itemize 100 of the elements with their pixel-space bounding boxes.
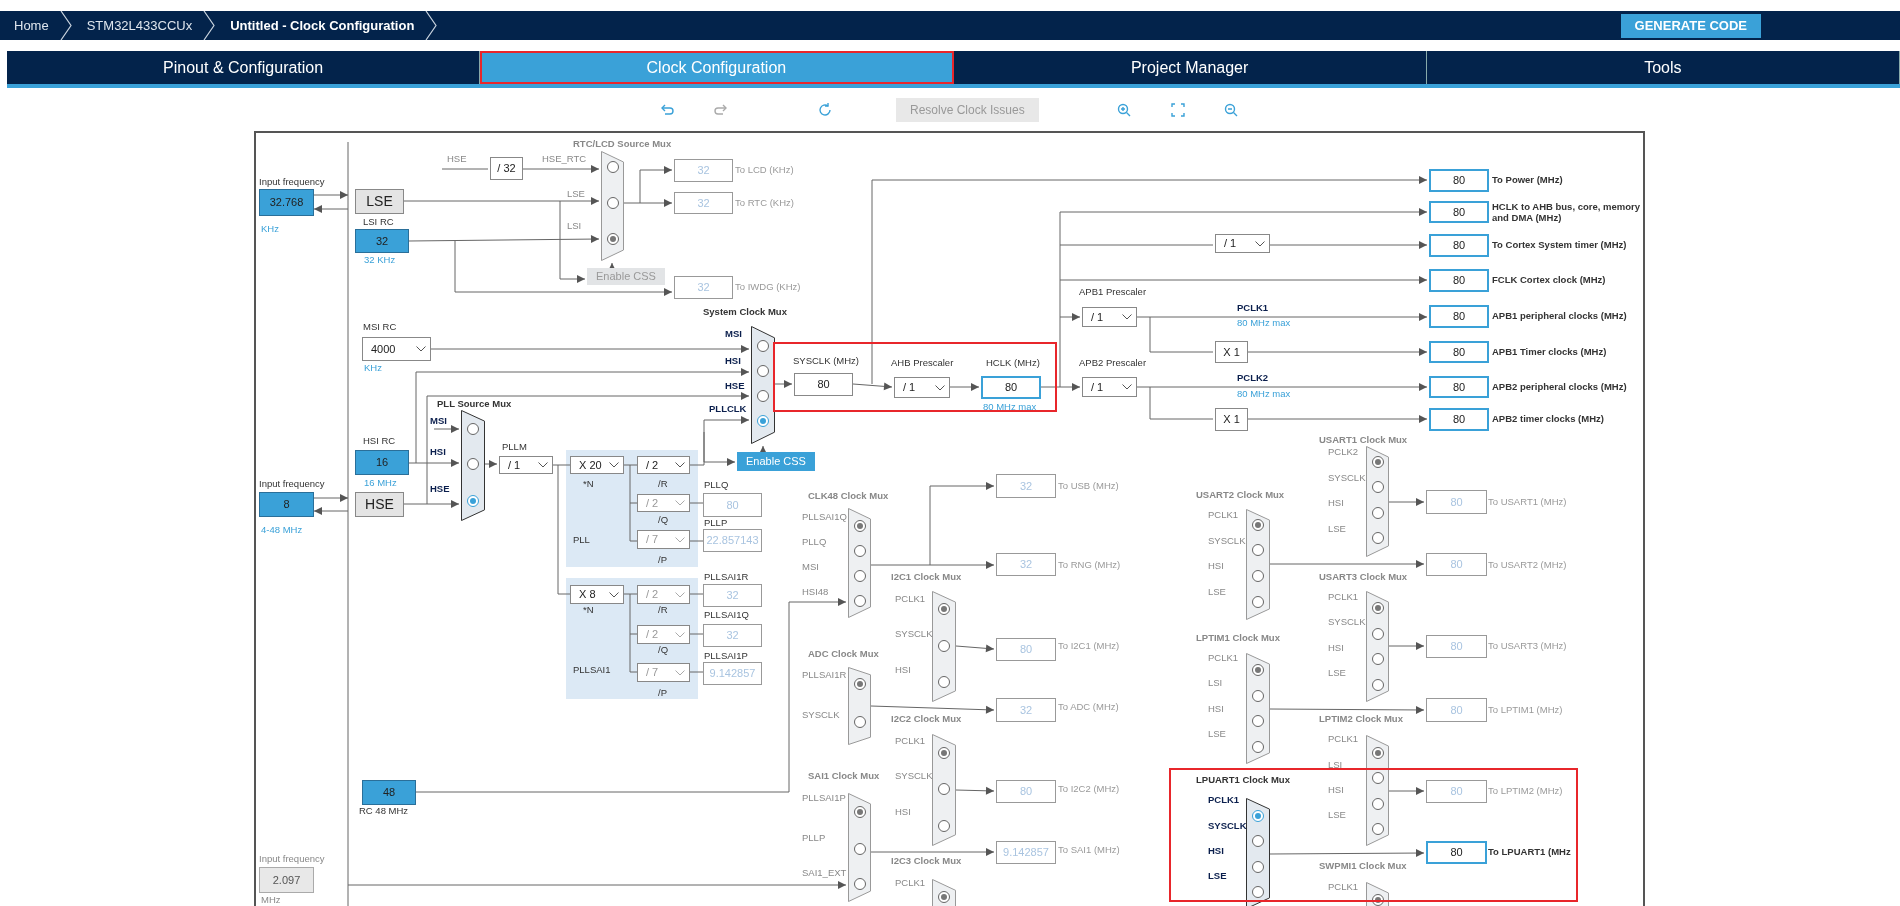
frequency-field[interactable]: 80 [1426,841,1487,864]
caret-icon [609,462,619,468]
value-display: 32 [996,698,1056,722]
signal-label: SYSCLK [1328,615,1366,629]
output-label: To LPTIM2 (MHz) [1488,784,1563,798]
frequency-field[interactable]: 80 [1429,169,1489,192]
zoom-out-icon[interactable] [1222,101,1239,118]
frequency-field[interactable]: 80 [1429,376,1489,398]
connector-arrow [639,166,673,174]
output-label: To LCD (KHz) [735,163,794,177]
connector-arrow [788,598,847,606]
connector-arrow [1059,313,1081,321]
frequency-field[interactable]: 80 [981,376,1041,399]
breadcrumb-link[interactable]: STM32L433CCUx [72,15,203,36]
frequency-field[interactable]: 32.768 [259,189,314,216]
caption-label: PLLSAI1R [704,570,749,584]
frequency-field[interactable]: 80 [1429,341,1489,363]
signal-label: PCLK1 [1208,651,1239,665]
caret-icon [1122,384,1132,390]
frequency-field[interactable]: 80 [1429,408,1489,431]
connector-arrow [484,460,498,468]
connector-arrow [623,199,673,207]
output-label: To USART2 (MHz) [1488,558,1567,572]
frequency-field[interactable]: 16 [355,450,409,475]
value-display: 32 [996,474,1056,498]
unit-label: 4-48 MHz [261,523,303,537]
dropdown[interactable]: X 8 [570,585,624,604]
signal-label: PLLCLK [709,402,747,416]
signal-label: LSI [1328,758,1343,772]
signal-label: HSI [1328,783,1344,797]
signal-label: HSE [447,152,467,166]
caption-label: PLLP [704,516,728,530]
connector-line [454,240,456,293]
caption-label: /Q [658,513,669,527]
output-label: To I2C2 (MHz) [1058,782,1120,796]
value-display: 80 [794,373,853,396]
frequency-field[interactable]: 48 [362,780,416,805]
dropdown[interactable]: 4000 [362,337,431,361]
output-label: To SAI1 (MHz) [1058,843,1120,857]
connector-line [689,671,704,673]
connector-arrow [403,500,460,508]
signal-label: SYSCLK [1208,534,1246,548]
signal-label: HSI [895,663,911,677]
breadcrumb-link[interactable]: Untitled - Clock Configuration [216,15,425,36]
dropdown[interactable]: / 1 [499,456,553,474]
frequency-field[interactable]: 80 [1429,234,1489,257]
frequency-field[interactable]: 80 [1429,269,1489,292]
signal-label: HSI [430,445,446,459]
signal-label: MSI [430,414,447,428]
output-label: To RNG (MHz) [1058,558,1121,572]
frequency-field[interactable]: 32 [355,229,409,253]
signal-label: HSI [725,354,741,368]
output-label: To IWDG (KHz) [735,280,801,294]
signal-label: SYSCLK [895,769,933,783]
connector-line [639,169,641,204]
signal-label: LSE [1208,869,1227,883]
output-label: APB2 peripheral clocks (MHz) [1492,380,1627,394]
connector-line [689,540,704,542]
signal-label: PLLQ [802,535,827,549]
caret-icon [675,500,685,506]
caret-icon [675,669,685,676]
signal-label: HSE_RTC [542,152,587,166]
output-label: APB2 timer clocks (MHz) [1492,412,1604,426]
caret-icon [675,536,685,543]
signal-label: PCLK2 [1328,445,1359,459]
dropdown[interactable]: / 2 [637,456,690,474]
frequency-field[interactable]: 8 [259,492,314,517]
mux-title: SWPMI1 Clock Mux [1319,859,1407,873]
caption-label: AHB Prescaler [891,356,954,370]
unit-label: KHz [364,361,382,375]
value-display: 32 [674,276,733,299]
chevron-icon [202,11,217,40]
refresh-icon[interactable] [817,101,833,118]
value-display: 80 [996,638,1056,661]
frequency-field[interactable]: 80 [1429,305,1489,328]
connector-arrow [955,644,995,653]
breadcrumb-link[interactable]: Home [0,15,59,36]
dropdown[interactable]: / 1 [1082,377,1137,397]
signal-label: PCLK2 [1237,371,1269,385]
connector-arrow [1388,642,1425,650]
connector-arrow [955,786,995,795]
signal-label: LSE [1208,585,1226,599]
caption-label: PLLM [502,440,527,454]
dropdown[interactable]: X 20 [570,456,624,474]
dropdown[interactable]: / 1 [894,377,950,398]
mux-title: SAI1 Clock Mux [808,769,880,783]
caption-label: MSI RC [363,320,397,334]
signal-label: LSE [1208,727,1226,741]
caret-icon [675,462,685,468]
output-label: To USART1 (MHz) [1488,495,1567,509]
value-display: 80 [703,493,762,517]
signal-label: HSI [895,805,911,819]
output-label: APB1 Timer clocks (MHz) [1492,345,1607,359]
signal-label: HSI [1328,641,1344,655]
signal-label: PCLK1 [1328,590,1359,604]
signal-label: PCLK1 [1328,732,1359,746]
zoom-in-icon[interactable] [1115,101,1132,118]
dropdown[interactable]: / 1 [1082,307,1137,327]
dropdown[interactable]: / 1 [1215,234,1270,253]
frequency-field[interactable]: 80 [1429,201,1489,223]
